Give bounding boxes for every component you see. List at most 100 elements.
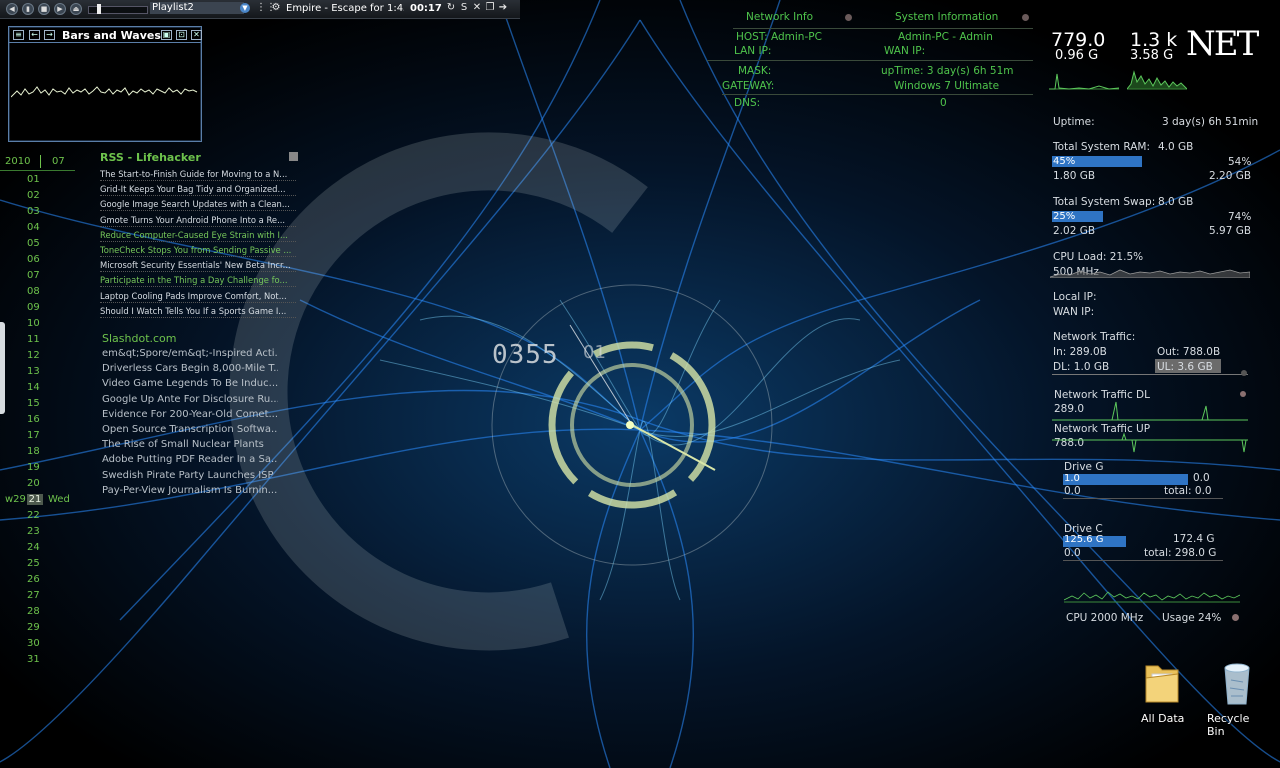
desktop-icon-recycle-bin[interactable]: Recycle Bin — [1205, 660, 1269, 738]
calendar-day[interactable]: 01 — [27, 174, 47, 185]
rss-slashdot-item[interactable]: Driverless Cars Begin 8,000-Mile T... — [102, 363, 278, 374]
calendar-day[interactable]: 10 — [27, 318, 47, 329]
os-value: Windows 7 Ultimate — [894, 80, 1000, 92]
calendar-day[interactable]: 28 — [27, 606, 47, 617]
calendar-day[interactable]: 21 — [27, 494, 43, 505]
rss-slashdot-item[interactable]: The Rise of Small Nuclear Plants — [102, 439, 278, 450]
calendar-day[interactable]: 13 — [27, 366, 47, 377]
volume-slider[interactable] — [88, 4, 148, 14]
shuffle-icon[interactable]: S — [458, 2, 470, 14]
gateway-label: GATEWAY: — [722, 80, 775, 92]
rss-slashdot-item[interactable]: Swedish Pirate Party Launches ISP — [102, 470, 278, 481]
calendar-day[interactable]: 23 — [27, 526, 47, 537]
drive-g-total: total: 0.0 — [1164, 485, 1212, 497]
ram-free: 2.20 GB — [1209, 170, 1252, 182]
widget-close-icon[interactable]: ✕ — [191, 30, 202, 40]
rss-lifehacker-item[interactable]: Microsoft Security Essentials' New Beta … — [100, 259, 296, 273]
pause-button[interactable]: ▮ — [22, 3, 34, 15]
user-value: Admin-PC - Admin — [898, 31, 993, 43]
rss-slashdot-item[interactable]: Pay-Per-View Journalism Is Burnin... — [102, 485, 278, 496]
widget-menu-icon[interactable]: ≡ — [13, 30, 24, 40]
stop-button[interactable]: ■ — [38, 3, 50, 15]
rss-lifehacker-item[interactable]: Should I Watch Tells You If a Sports Gam… — [100, 305, 296, 318]
calendar-day[interactable]: 25 — [27, 558, 47, 569]
system-info-dot — [1022, 14, 1029, 21]
playlist-dropdown-icon[interactable]: ▼ — [240, 3, 250, 13]
close-icon[interactable]: ✕ — [471, 2, 483, 14]
calendar-day[interactable]: 04 — [27, 222, 47, 233]
rss-lifehacker-item[interactable]: ToneCheck Stops You from Sending Passive… — [100, 244, 296, 257]
widget-separator — [9, 42, 201, 43]
drive-g-bar — [1063, 474, 1188, 485]
eject-button[interactable]: ⏏ — [70, 3, 82, 15]
arrow-icon[interactable]: ➔ — [497, 2, 509, 14]
track-title: Empire - Escape for 1:43 — [286, 3, 404, 14]
swap-bar-track — [1052, 211, 1248, 222]
desktop-icon-all-data[interactable]: All Data — [1136, 660, 1188, 730]
grid-icon[interactable]: ⋮⋮ — [256, 2, 276, 14]
calendar-day[interactable]: 06 — [27, 254, 47, 265]
calendar-day[interactable]: 18 — [27, 446, 47, 457]
calendar-day[interactable]: 17 — [27, 430, 47, 441]
calendar-day[interactable]: 15 — [27, 398, 47, 409]
rss-lifehacker-item[interactable]: The Start-to-Finish Guide for Moving to … — [100, 168, 296, 181]
rss-lifehacker-item[interactable]: Gmote Turns Your Android Phone Into a Re… — [100, 214, 296, 227]
dns-label: DNS: — [734, 97, 761, 109]
rss-slashdot-item[interactable]: Video Game Legends To Be Induc... — [102, 378, 278, 389]
rss-lifehacker-item[interactable]: Google Image Search Updates with a Clean… — [100, 198, 296, 212]
rss-lifehacker-title[interactable]: RSS - Lifehacker — [100, 151, 201, 164]
rss-slashdot-item[interactable]: Adobe Putting PDF Reader In a Sa... — [102, 454, 278, 465]
widget-resize-icon[interactable]: ⊡ — [176, 30, 187, 40]
calendar-day[interactable]: 27 — [27, 590, 47, 601]
calendar-day[interactable]: 08 — [27, 286, 47, 297]
waveform — [11, 86, 198, 98]
rss-lifehacker-item[interactable]: Grid-It Keeps Your Bag Tidy and Organize… — [100, 183, 296, 197]
widget-back-icon[interactable]: ← — [29, 30, 40, 40]
volume-knob[interactable] — [97, 4, 101, 14]
calendar-day[interactable]: 19 — [27, 462, 47, 473]
repeat-icon[interactable]: ↻ — [445, 2, 457, 14]
rss-slashdot-item[interactable]: Google Up Ante For Disclosure Ru... — [102, 394, 278, 405]
window-icon[interactable]: ❐ — [484, 2, 496, 14]
calendar-day[interactable]: 31 — [27, 654, 47, 665]
side-dock-tab[interactable] — [0, 322, 5, 414]
playlist-name[interactable]: Playlist2 — [150, 2, 244, 14]
calendar-day[interactable]: 02 — [27, 190, 47, 201]
calendar-day[interactable]: 16 — [27, 414, 47, 425]
calendar-day[interactable]: 20 — [27, 478, 47, 489]
calendar-day[interactable]: 14 — [27, 382, 47, 393]
calendar-day[interactable]: 07 — [27, 270, 47, 281]
prev-button[interactable]: ◀ — [6, 3, 18, 15]
calendar-day[interactable]: 26 — [27, 574, 47, 585]
calendar-day[interactable]: 05 — [27, 238, 47, 249]
uptime-detail: 3 day(s) 6h 51min — [1162, 116, 1259, 128]
settings-icon[interactable]: ⚙ — [270, 2, 282, 14]
calendar-day[interactable]: 30 — [27, 638, 47, 649]
rss-lifehacker-item[interactable]: Reduce Computer-Caused Eye Strain with I… — [100, 229, 296, 242]
calendar-day[interactable]: 29 — [27, 622, 47, 633]
rss-slashdot-item[interactable]: em&qt;Spore/em&qt;-Inspired Acti... — [102, 348, 278, 359]
calendar-day[interactable]: 03 — [27, 206, 47, 217]
bars-and-waves-widget: ≡ ← → Bars and Waves ▣ ⊡ ✕ — [8, 26, 202, 142]
rss-slashdot-item[interactable]: Evidence For 200-Year-Old Comet... — [102, 409, 278, 420]
rss-slashdot-title[interactable]: Slashdot.com — [102, 332, 177, 345]
info-divider — [707, 60, 1033, 61]
calendar-day[interactable]: 12 — [27, 350, 47, 361]
next-button[interactable]: ▶ — [54, 3, 66, 15]
calendar-day[interactable]: 22 — [27, 510, 47, 521]
swap-free-pct: 74% — [1228, 211, 1252, 223]
drive-g-name: Drive G — [1064, 461, 1104, 473]
calendar-day[interactable]: 11 — [27, 334, 47, 345]
widget-forward-icon[interactable]: → — [44, 30, 55, 40]
rss-refresh-icon[interactable] — [289, 152, 298, 161]
calendar-year: 2010 — [5, 156, 31, 167]
swap-free: 5.97 GB — [1209, 225, 1252, 237]
cpu-load-graph — [1050, 269, 1250, 278]
rss-lifehacker-item[interactable]: Participate in the Thing a Day Challenge… — [100, 274, 296, 288]
net-down-total: 0.96 G — [1055, 48, 1099, 63]
widget-option-icon[interactable]: ▣ — [161, 30, 172, 40]
rss-lifehacker-item[interactable]: Laptop Cooling Pads Improve Comfort, Not… — [100, 290, 296, 303]
calendar-day[interactable]: 24 — [27, 542, 47, 553]
rss-slashdot-item[interactable]: Open Source Transcription Softwa... — [102, 424, 278, 435]
calendar-day[interactable]: 09 — [27, 302, 47, 313]
